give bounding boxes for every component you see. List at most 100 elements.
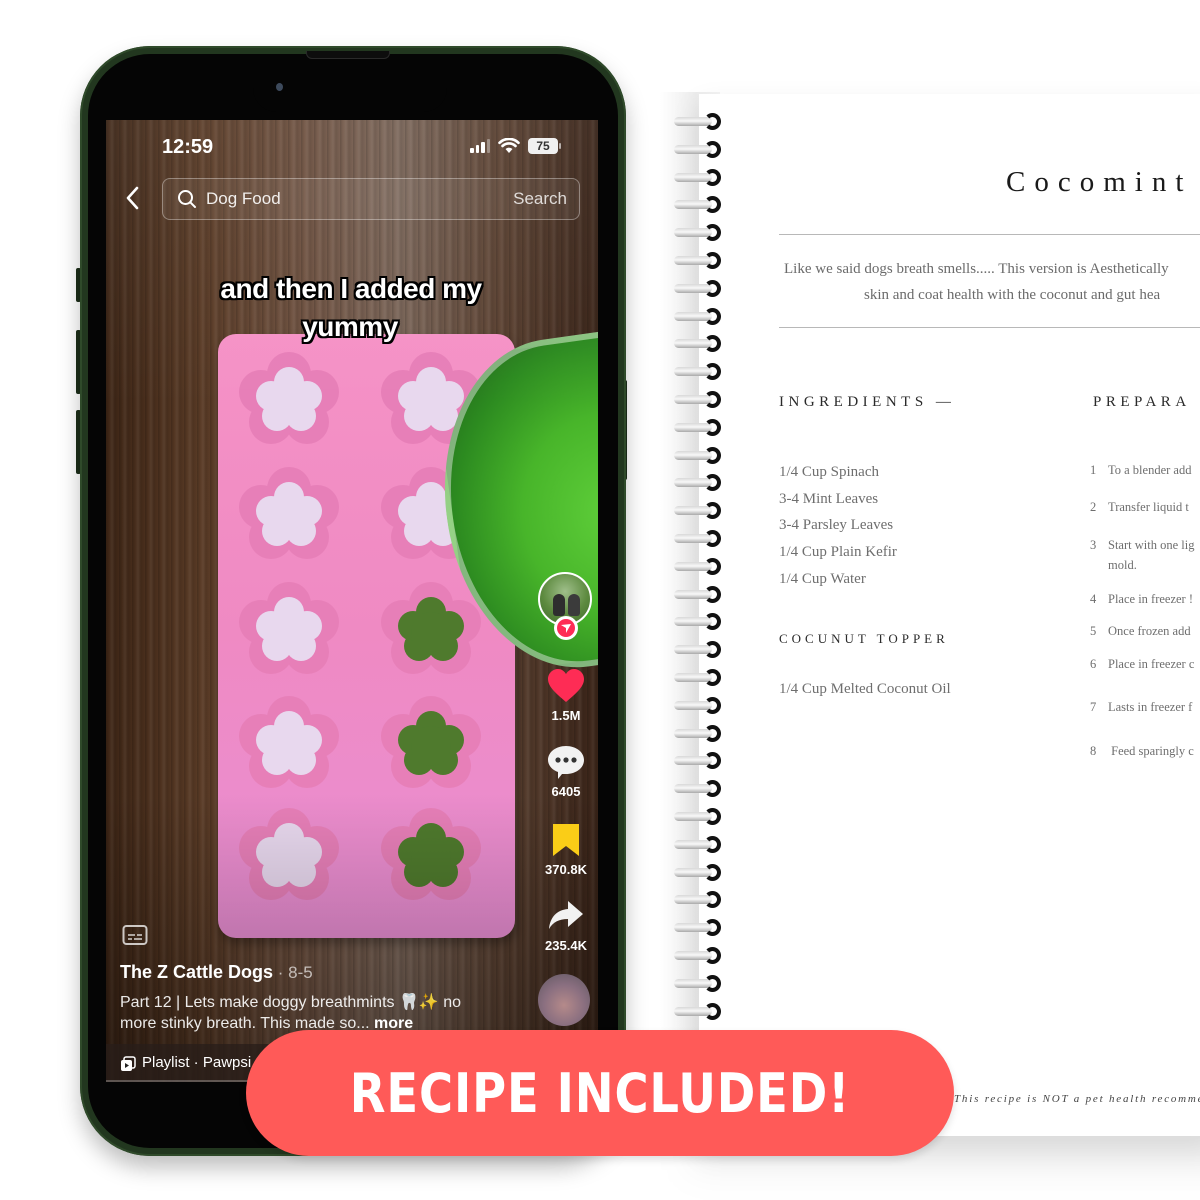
recipe-intro-line: skin and coat health with the coconut an… <box>864 287 1161 303</box>
spiral-ring <box>674 807 724 827</box>
ingredients-heading: INGREDIENTS — <box>779 394 956 410</box>
spiral-ring <box>674 418 724 438</box>
share-button[interactable]: 235.4K <box>538 898 594 953</box>
status-time: 12:59 <box>162 136 214 158</box>
spiral-ring <box>674 279 724 299</box>
disclaimer: This recipe is NOT a pet health recomme <box>954 1093 1200 1105</box>
divider <box>779 327 1200 328</box>
spiral-ring <box>674 835 724 855</box>
ingredients-list: 1/4 Cup Spinach 3-4 Mint Leaves 3-4 Pars… <box>779 461 897 594</box>
spiral-ring <box>674 696 724 716</box>
spiral-ring <box>674 612 724 632</box>
spiral-ring <box>674 307 724 327</box>
step-item: 7 Lasts in freezer f <box>1090 700 1192 715</box>
ingredient-item: 3-4 Parsley Leaves <box>779 517 894 534</box>
step-number: 5 <box>1090 624 1097 638</box>
search-icon <box>178 190 196 208</box>
like-count: 1.5M <box>551 708 581 723</box>
step-number: 4 <box>1090 592 1097 606</box>
step-number: 2 <box>1090 500 1097 514</box>
search-button[interactable]: Search <box>513 189 567 209</box>
comment-icon <box>548 746 584 779</box>
bookmark-icon <box>553 824 579 856</box>
ingredient-item: 3-4 Mint Leaves <box>779 490 879 507</box>
spiral-ring <box>674 974 724 994</box>
heart-icon <box>548 669 584 702</box>
search-query: Dog Food <box>206 189 281 208</box>
step-number: 1 <box>1090 463 1097 477</box>
topper-heading: COCUNUT TOPPER <box>779 631 949 646</box>
music-disc[interactable] <box>538 974 590 1026</box>
ingredient-item: 1/4 Cup Plain Kefir <box>779 544 897 561</box>
search-input[interactable]: Dog Food Search <box>162 178 580 220</box>
signal-icon <box>470 139 490 153</box>
caption-line: and then I added my <box>220 273 482 304</box>
step-item: 6 Place in freezer c <box>1090 657 1194 672</box>
banner-text: RECIPE INCLUDED! <box>349 1061 851 1125</box>
step-text: Feed sparingly c <box>1108 744 1194 758</box>
recipe-included-banner: RECIPE INCLUDED! <box>246 1030 954 1156</box>
caption-line: yummy <box>302 311 398 342</box>
step-text: To a blender add <box>1108 463 1192 477</box>
spiral-ring <box>674 446 724 466</box>
wifi-icon <box>498 138 520 153</box>
spiral-ring <box>674 751 724 771</box>
chevron-left-icon[interactable] <box>122 184 144 212</box>
step-item: 4 Place in freezer ! <box>1090 592 1193 607</box>
step-text: Lasts in freezer f <box>1108 700 1193 714</box>
spiral-binding <box>674 112 724 1032</box>
ingredient-item: 1/4 Cup Water <box>779 570 866 587</box>
step-number: 8 <box>1090 744 1097 758</box>
ingredient-item: 1/4 Cup Spinach <box>779 464 879 480</box>
step-item: 8 Feed sparingly c <box>1090 744 1194 759</box>
creator-name-link[interactable]: The Z Cattle Dogs · 8-5 <box>120 962 313 983</box>
spiral-ring <box>674 557 724 577</box>
save-button[interactable]: 370.8K <box>538 822 594 877</box>
spiral-ring <box>674 112 724 132</box>
save-count: 370.8K <box>545 862 587 877</box>
spiral-ring <box>674 724 724 744</box>
step-text: Place in freezer ! <box>1108 592 1194 606</box>
tiktok-video-screen[interactable]: 12:59 75 Dog Food Search and then I adde… <box>106 120 598 1082</box>
spiral-ring <box>674 501 724 521</box>
follow-button[interactable] <box>554 616 578 640</box>
spiral-ring <box>674 918 724 938</box>
step-text: Once frozen add <box>1108 624 1191 638</box>
spiral-ring <box>674 890 724 910</box>
earpiece-speaker <box>306 51 390 59</box>
spiral-ring <box>674 195 724 215</box>
post-description: Part 12 | Lets make doggy breathmints 🦷✨… <box>120 992 500 1034</box>
share-arrow-icon <box>549 901 583 929</box>
status-icons: 75 <box>470 138 561 154</box>
creator-name: The Z Cattle Dogs <box>120 962 274 982</box>
spiral-ring <box>674 668 724 688</box>
spiral-ring <box>674 473 724 493</box>
playlist-label: Playlist · Pawpsi <box>142 1054 252 1071</box>
comment-button[interactable]: 6405 <box>538 744 594 799</box>
like-button[interactable]: 1.5M <box>538 668 594 723</box>
step-number: 6 <box>1090 657 1097 671</box>
step-number: 3 <box>1090 538 1097 552</box>
spiral-ring <box>674 362 724 382</box>
spiral-ring <box>674 251 724 271</box>
spiral-ring <box>674 946 724 966</box>
comment-count: 6405 <box>551 784 581 799</box>
spiral-ring <box>674 779 724 799</box>
recipe-intro: Like we said dogs breath smells..... Thi… <box>780 256 1200 308</box>
step-text: Transfer liquid t <box>1108 500 1189 514</box>
step-text-continued: mold. <box>1108 558 1137 572</box>
topper-item: 1/4 Cup Melted Coconut Oil <box>779 681 951 697</box>
step-item: 1 To a blender add <box>1090 463 1191 478</box>
spiral-ring <box>674 1002 724 1022</box>
spiral-ring <box>674 585 724 605</box>
spiral-ring <box>674 334 724 354</box>
spiral-ring <box>674 863 724 883</box>
preparation-heading: PREPARA <box>1093 394 1191 410</box>
spiral-ring <box>674 168 724 188</box>
spiral-ring <box>674 640 724 660</box>
captions-icon[interactable] <box>122 924 148 946</box>
recipe-notebook-page <box>699 94 1200 1136</box>
battery-icon: 75 <box>528 138 561 154</box>
front-camera <box>276 83 283 91</box>
step-number: 7 <box>1090 700 1097 714</box>
